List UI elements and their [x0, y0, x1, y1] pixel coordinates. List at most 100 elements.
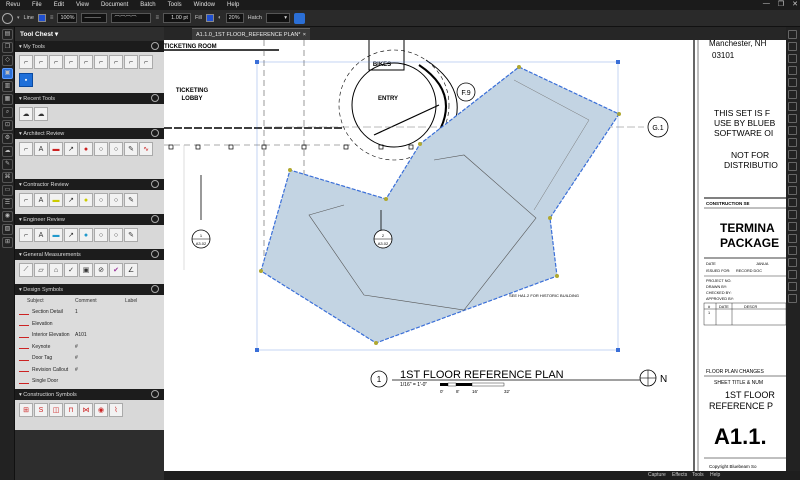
help-button[interactable]: Help — [710, 472, 720, 478]
hatch-select[interactable]: ▾ — [265, 13, 290, 23]
gear-icon[interactable] — [151, 180, 159, 188]
check-tool-icon[interactable]: ✔ — [109, 263, 123, 277]
tool-icon[interactable]: ⌐ — [94, 55, 108, 69]
ellipse-icon[interactable] — [788, 150, 797, 159]
tool-icon[interactable]: ⌐ — [64, 55, 78, 69]
circle-tool-icon[interactable]: ○ — [109, 142, 123, 156]
dropdown-chevron-icon[interactable]: ▾ — [17, 15, 20, 21]
gear-icon[interactable] — [151, 390, 159, 398]
tab-reference-plan[interactable]: A1.1.0_1ST FLOOR_REFERENCE PLAN* × — [192, 28, 310, 40]
arrow-tool-icon[interactable]: ↗ — [64, 142, 78, 156]
zoom-icon[interactable] — [788, 54, 797, 63]
list-item[interactable]: Revision Callout # — [15, 364, 164, 376]
image-icon[interactable] — [788, 222, 797, 231]
tools-button[interactable]: Tools — [692, 472, 704, 478]
pen-icon[interactable] — [788, 102, 797, 111]
area-tool-icon[interactable]: ▱ — [34, 263, 48, 277]
menu-batch[interactable]: Batch — [134, 2, 161, 8]
gear-icon[interactable] — [151, 42, 159, 50]
signatures-icon[interactable]: ✎ — [2, 159, 13, 170]
close-window-button[interactable]: ✕ — [792, 0, 798, 8]
section-recent-tools[interactable]: ▾ Recent Tools — [15, 93, 164, 104]
maximize-button[interactable]: ❐ — [778, 0, 784, 8]
circle-tool-icon[interactable]: ○ — [109, 193, 123, 207]
callout-tool-icon[interactable]: ⌐ — [19, 228, 33, 242]
stamp-icon[interactable] — [788, 198, 797, 207]
callout-tool-icon[interactable]: ⌐ — [19, 142, 33, 156]
selected-tool-icon[interactable]: ▪ — [19, 73, 33, 87]
opacity-icon[interactable]: ◐ — [218, 15, 222, 21]
symbol-tool-icon[interactable]: ⌇ — [109, 403, 123, 417]
pen-tool-icon[interactable]: ✎ — [124, 228, 138, 242]
fill-color-swatch[interactable] — [205, 14, 214, 22]
symbol-tool-icon[interactable]: ◉ — [94, 403, 108, 417]
text-tool-icon[interactable]: A — [34, 142, 48, 156]
count-tool-icon[interactable]: ✓ — [64, 263, 78, 277]
sets-icon[interactable]: ▧ — [2, 224, 13, 235]
symbol-tool-icon[interactable]: ⊞ — [19, 403, 33, 417]
polygon-icon[interactable] — [788, 162, 797, 171]
flag-icon[interactable] — [788, 270, 797, 279]
eraser-icon[interactable] — [788, 234, 797, 243]
menu-document[interactable]: Document — [95, 2, 134, 8]
settings-icon[interactable] — [788, 294, 797, 303]
column-comment[interactable]: Comment — [75, 298, 125, 304]
diameter-tool-icon[interactable]: ⊘ — [94, 263, 108, 277]
menu-tools[interactable]: Tools — [162, 2, 188, 8]
pen-tool-icon[interactable]: ✎ — [124, 142, 138, 156]
crop-icon[interactable] — [788, 258, 797, 267]
measurements-icon[interactable]: ⊡ — [2, 120, 13, 131]
stamp-tool-icon[interactable]: ● — [79, 142, 93, 156]
stamp-tool-icon[interactable]: ● — [79, 228, 93, 242]
length-tool-icon[interactable]: ⟋ — [19, 263, 33, 277]
links-icon[interactable]: ⌘ — [2, 172, 13, 183]
snapshot-icon[interactable] — [788, 246, 797, 255]
close-tab-icon[interactable]: × — [303, 32, 306, 38]
highlight-tool-icon[interactable]: ▬ — [49, 193, 63, 207]
select-icon[interactable] — [788, 30, 797, 39]
circle-tool-icon[interactable]: ○ — [94, 228, 108, 242]
pen-tool-icon[interactable] — [293, 12, 305, 24]
polygon-tool-icon[interactable] — [2, 12, 13, 24]
circle-tool-icon[interactable]: ○ — [109, 228, 123, 242]
gear-icon[interactable] — [151, 250, 159, 258]
list-item[interactable]: Single Door — [15, 375, 164, 387]
text-tool-icon[interactable]: A — [34, 193, 48, 207]
menu-revu[interactable]: Revu — [0, 2, 26, 8]
list-item[interactable]: Interior Elevation A101 — [15, 329, 164, 341]
menu-file[interactable]: File — [26, 2, 48, 8]
column-subject[interactable]: Subject — [15, 298, 75, 304]
list-item[interactable]: Elevation — [15, 318, 164, 330]
text-icon[interactable] — [788, 66, 797, 75]
gear-icon[interactable] — [151, 215, 159, 223]
panel-title[interactable]: Tool Chest ▾ — [15, 27, 164, 41]
callout-icon[interactable] — [788, 186, 797, 195]
circle-tool-icon[interactable]: ○ — [94, 142, 108, 156]
list-item[interactable]: Section Detail 1 — [15, 306, 164, 318]
layers-icon[interactable]: ◇ — [2, 55, 13, 66]
symbol-tool-icon[interactable]: S — [34, 403, 48, 417]
file-access-icon[interactable]: ▦ — [2, 94, 13, 105]
arrow-tool-icon[interactable]: ↗ — [64, 228, 78, 242]
arrow-icon[interactable] — [788, 126, 797, 135]
effects-button[interactable]: Effects — [672, 472, 687, 478]
menu-help[interactable]: Help — [221, 2, 245, 8]
list-item[interactable]: Door Tag # — [15, 352, 164, 364]
section-my-tools[interactable]: ▾ My Tools — [15, 41, 164, 52]
stroke-icon[interactable]: ≡ — [155, 15, 159, 21]
gear-icon[interactable] — [151, 129, 159, 137]
pan-icon[interactable] — [788, 42, 797, 51]
spaces-icon[interactable]: ▭ — [2, 185, 13, 196]
symbol-tool-icon[interactable]: ⋈ — [79, 403, 93, 417]
gear-icon[interactable] — [151, 285, 159, 293]
note-icon[interactable] — [788, 78, 797, 87]
markups-icon[interactable]: ☰ — [2, 198, 13, 209]
stamp-tool-icon[interactable]: ● — [79, 193, 93, 207]
section-engineer-review[interactable]: ▾ Engineer Review — [15, 214, 164, 225]
section-construction-symbols[interactable]: ▾ Construction Symbols — [15, 389, 164, 400]
perimeter-tool-icon[interactable]: ⌂ — [49, 263, 63, 277]
cloud-tool-icon[interactable]: ☁ — [19, 107, 33, 121]
squiggle-tool-icon[interactable]: ∿ — [139, 142, 153, 156]
angle-tool-icon[interactable]: ∠ — [124, 263, 138, 277]
tool-icon[interactable]: ⌐ — [79, 55, 93, 69]
